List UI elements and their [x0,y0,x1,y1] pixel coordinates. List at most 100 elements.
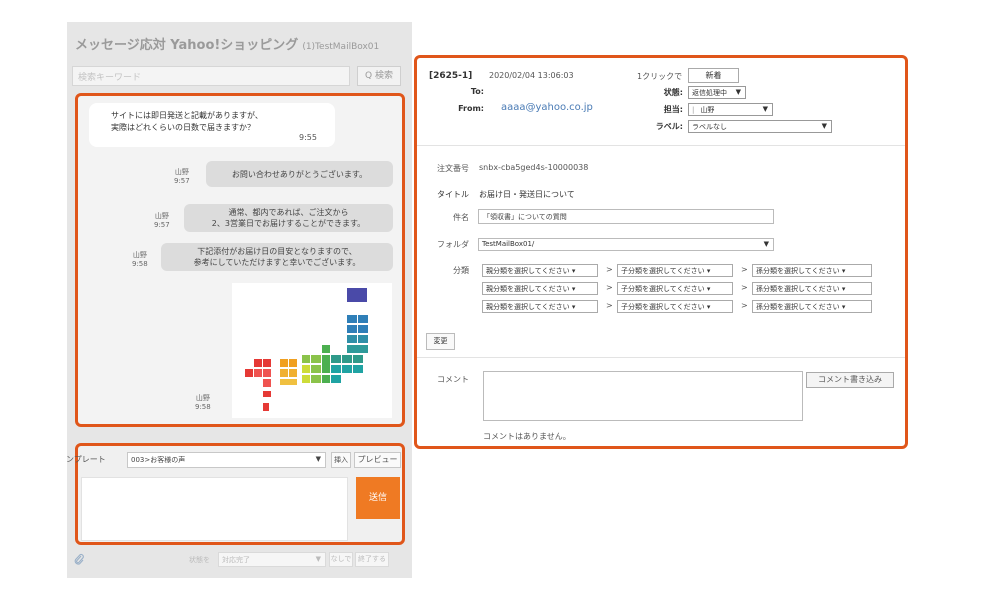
folder-label: フォルダ [437,240,469,249]
none-button[interactable]: なしで [329,552,353,567]
bottom-action-bar: 状態を 対応完了 ▼ なしで 終了する [67,550,412,570]
assignee-label: 担当: [663,105,683,114]
child-category-select[interactable]: 子分類を選択してください ▾ [617,282,733,295]
label-dropdown-value: ラベルなし [692,123,727,131]
write-comment-button[interactable]: コメント書き込み [806,372,894,388]
new-status-button[interactable]: 新着 [688,68,739,83]
ticket-detail-panel: [2625-1] 2020/02/04 13:06:03 To: From: a… [414,55,908,449]
status-dropdown[interactable]: 返信処理中 ▼ [688,86,746,99]
send-button[interactable]: 送信 [356,477,400,519]
parent-category-select[interactable]: 親分類を選択してください ▾ [482,300,598,313]
agent-message-line2: 参考にしていただけますと幸いでございます。 [193,258,361,267]
search-input[interactable]: 検索キーワード [72,66,350,86]
comment-textarea[interactable] [483,371,803,421]
status-dropdown-value: 返信処理中 [692,89,727,97]
category-label: 分類 [453,266,469,275]
parent-category-value: 親分類を選択してください [486,285,570,293]
search-row: 検索キーワード Q 検索 [72,66,409,86]
to-label: To: [470,87,484,96]
grandchild-category-value: 孫分類を選択してください [756,267,840,275]
japan-delivery-map [245,288,368,411]
child-category-select[interactable]: 子分類を選択してください ▾ [617,264,733,277]
finish-button[interactable]: 終了する [355,552,389,567]
agent-meta: 山野 9:57 [174,168,190,186]
grandchild-category-select[interactable]: 孫分類を選択してください ▾ [752,264,872,277]
assignee-dropdown[interactable]: | 山野 ▼ [688,103,773,116]
message-textarea[interactable] [81,477,348,541]
from-email-link[interactable]: aaaa@yahoo.co.jp [501,102,593,113]
chevron-down-icon: ▼ [735,88,741,96]
agent-message: 下記添付がお届け日の目安となりますので、 参考にしていただけますと幸いでございま… [161,243,393,271]
order-number-label: 注文番号 [437,164,469,173]
cursor-bar: | [692,106,695,114]
agent-name: 山野 [195,394,210,402]
paperclip-icon[interactable] [73,553,85,565]
chevron-down-icon: ▼ [315,455,321,463]
parent-category-select[interactable]: 親分類を選択してください ▾ [482,282,598,295]
grandchild-category-value: 孫分類を選択してください [756,303,840,311]
grandchild-category-select[interactable]: 孫分類を選択してください ▾ [752,300,872,313]
preview-button[interactable]: プレビュー [354,452,401,468]
label-field-label: ラベル: [655,122,683,131]
status-select-value: 対応完了 [222,556,250,564]
grandchild-category-select[interactable]: 孫分類を選択してください ▾ [752,282,872,295]
label-dropdown[interactable]: ラベルなし ▼ [688,120,832,133]
status-label: 状態を [189,556,210,564]
child-category-value: 子分類を選択してください [621,303,705,311]
order-number-value: snbx-cba5ged4s-10000038 [479,163,589,172]
app-root: メッセージ応対 Yahoo!ショッピング (1)TestMailBox01 検索キ… [0,0,1000,600]
agent-name: 山野 [174,168,189,176]
divider [417,357,905,358]
template-select-value: 003>お客様の声 [131,456,186,464]
chat-history[interactable]: サイトには即日発送と記載がありますが、 実際はどれくらいの日数で届きますか？ 9… [75,93,405,427]
chevron-right-icon: > [741,301,748,310]
chevron-down-icon: ▼ [315,555,321,563]
subject-input[interactable]: 「領収書」についての質問 [478,209,774,224]
compose-area: ンプレート 003>お客様の声 ▼ 挿入 プレビュー 送信 [66,443,405,545]
subject-label: 件名 [453,213,469,222]
agent-time: 9:58 [195,403,211,411]
chevron-down-icon: ▼ [762,105,768,113]
one-click-label: 1クリックで [637,72,683,81]
folder-dropdown[interactable]: TestMailBox01/ ▼ [478,238,774,251]
agent-name: 山野 [154,212,169,220]
agent-time: 9:57 [154,221,170,229]
agent-time: 9:58 [132,260,148,268]
from-label: From: [458,104,484,113]
customer-message-line2: 実際はどれくらいの日数で届きますか？ [111,123,255,132]
assignee-dropdown-value: 山野 [700,106,715,114]
chevron-down-icon: ▼ [821,122,827,130]
chevron-right-icon: > [606,301,613,310]
agent-message-line2: 2、3営業日でお届けすることができます。 [211,219,366,228]
template-label: ンプレート [66,455,106,464]
agent-meta: 山野 9:58 [132,251,148,269]
status-field-label: 状態: [663,88,683,97]
chevron-right-icon: > [606,283,613,292]
chevron-right-icon: > [741,283,748,292]
parent-category-value: 親分類を選択してください [486,303,570,311]
child-category-value: 子分類を選択してください [621,267,705,275]
no-comments-text: コメントはありません。 [483,432,571,441]
parent-category-value: 親分類を選択してください [486,267,570,275]
app-title: メッセージ応対 Yahoo!ショッピング [75,38,299,53]
search-button[interactable]: Q 検索 [357,66,401,86]
agent-message: 通常、都内であれば、ご注文から 2、3営業日でお届けすることができます。 [184,204,393,232]
insert-template-button[interactable]: 挿入 [331,452,351,468]
change-button[interactable]: 変更 [426,333,455,350]
agent-message-line1: お問い合わせありがとうございます。 [231,169,368,179]
attached-map-image[interactable] [232,283,392,418]
chevron-down-icon: ▼ [763,240,769,248]
customer-message-time: 9:55 [299,133,317,142]
ticket-id: [2625-1] [429,71,473,81]
status-select[interactable]: 対応完了 ▼ [218,552,326,567]
agent-name: 山野 [132,251,147,259]
grandchild-category-value: 孫分類を選択してください [756,285,840,293]
chevron-right-icon: > [606,265,613,274]
child-category-select[interactable]: 子分類を選択してください ▾ [617,300,733,313]
agent-message-line1: 通常、都内であれば、ご注文から [228,208,349,217]
template-select[interactable]: 003>お客様の声 ▼ [127,452,326,468]
parent-category-select[interactable]: 親分類を選択してください ▾ [482,264,598,277]
chevron-right-icon: > [741,265,748,274]
page-title: メッセージ応対 Yahoo!ショッピング (1)TestMailBox01 [75,34,379,53]
agent-meta: 山野 9:57 [154,212,170,230]
